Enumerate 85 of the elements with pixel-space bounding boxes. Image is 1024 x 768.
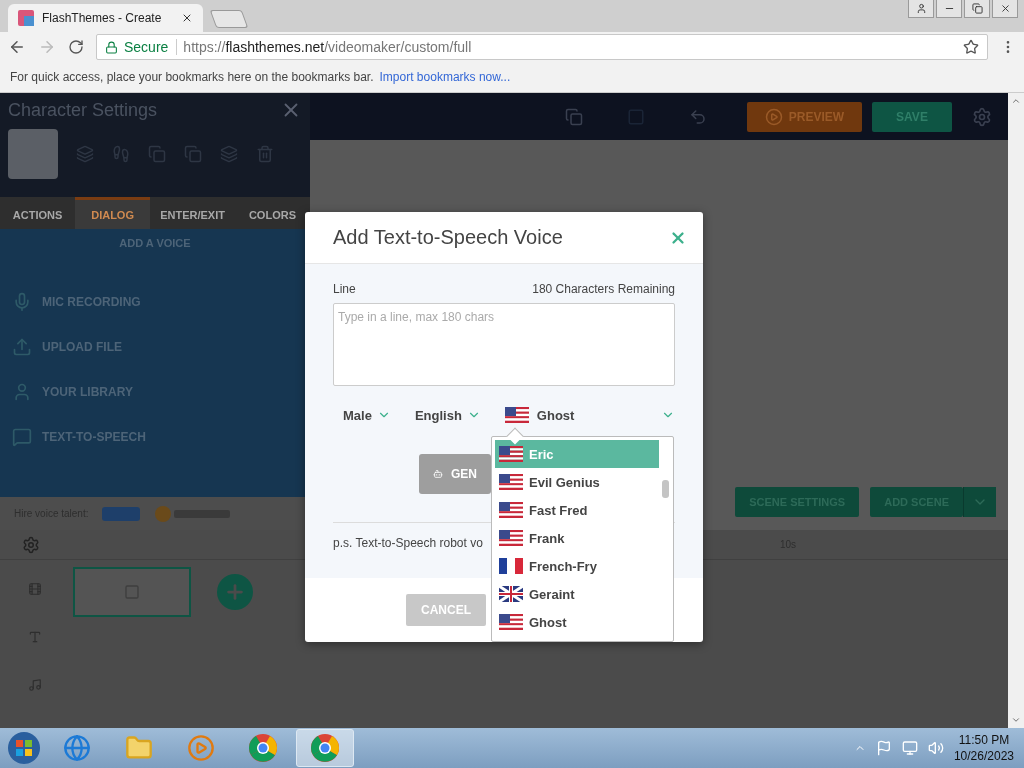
chrome-icon[interactable] [310, 733, 340, 763]
panel-tab[interactable]: ACTIONS [0, 197, 76, 229]
browser-tab[interactable]: FlashThemes - Create [8, 4, 203, 32]
bookmarks-hint: For quick access, place your bookmarks here on the bookmarks bar. [10, 70, 374, 84]
field-label: Line [333, 282, 356, 296]
address-bar[interactable]: Secure https://flashthemes.net/videomaker/custom/full [96, 34, 988, 60]
panel-tab[interactable]: ENTER/EXIT [150, 197, 235, 229]
voice-option[interactable]: Ghost [495, 608, 659, 636]
characters-remaining: 180 Characters Remaining [532, 282, 675, 296]
text-icon [28, 630, 42, 644]
voice-option[interactable]: Frank [495, 524, 659, 552]
back-icon[interactable] [8, 38, 26, 56]
microphone-icon [12, 291, 32, 312]
flag-icon[interactable] [875, 740, 892, 756]
copy-icon[interactable] [148, 145, 166, 163]
clock[interactable]: 11:50 PM 10/26/2023 [953, 732, 1014, 764]
star-icon[interactable] [963, 39, 979, 55]
line-input[interactable]: Type in a line, max 180 chars [333, 303, 675, 386]
volume-icon[interactable] [927, 740, 944, 756]
secure-label: Secure [124, 39, 178, 55]
settings-icon[interactable] [972, 106, 992, 127]
dropdown-button[interactable] [963, 487, 996, 517]
plus-icon [224, 581, 246, 603]
globe-icon[interactable] [63, 734, 91, 762]
character-thumbnail [8, 129, 58, 179]
play-icon[interactable] [187, 734, 215, 762]
import-bookmarks-link[interactable]: Import bookmarks now... [379, 70, 511, 84]
restore-icon [971, 3, 983, 14]
upload-icon [12, 336, 32, 357]
voice-option[interactable]: Evil Genius [495, 468, 659, 496]
person-icon [915, 3, 927, 14]
close-icon[interactable] [181, 12, 193, 24]
scene-thumbnail[interactable] [73, 567, 191, 617]
music-icon [28, 678, 42, 692]
chrome-icon[interactable] [248, 733, 278, 763]
url-text: https://flashthemes.net/videomaker/custom/full [183, 39, 472, 55]
settings-icon[interactable] [22, 535, 40, 554]
voice-option[interactable]: Fast Fred [495, 496, 659, 524]
new-tab-button[interactable] [209, 10, 249, 28]
flag-icon [499, 446, 523, 462]
restore-button[interactable] [964, 0, 990, 18]
scrollbar-thumb[interactable] [662, 480, 669, 498]
minimize-button[interactable] [936, 0, 962, 18]
profile-button[interactable] [908, 0, 934, 18]
network-icon[interactable] [901, 740, 918, 756]
panel-title: Character Settings [8, 99, 158, 121]
site-logo-icon [18, 10, 34, 26]
dialog-title: Add Text-to-Speech Voice [333, 226, 563, 249]
flag-icon [499, 558, 523, 574]
flag-icon [499, 530, 523, 546]
note-text: p.s. Text-to-Speech robot vo [333, 536, 483, 550]
lock-icon [105, 40, 118, 54]
panel-tab[interactable]: DIALOG [75, 197, 151, 229]
reload-icon[interactable] [68, 39, 84, 55]
close-button[interactable] [992, 0, 1018, 18]
layers-icon[interactable] [220, 145, 238, 163]
language-select[interactable]: English [414, 407, 481, 423]
layers-icon[interactable] [76, 145, 94, 163]
play-icon [764, 107, 783, 126]
flag-icon [499, 474, 523, 490]
folder-icon[interactable] [125, 734, 153, 762]
gender-select[interactable]: Male [343, 407, 391, 423]
flag-icon [499, 614, 523, 630]
trash-icon[interactable] [256, 145, 274, 163]
voice-option[interactable]: French-Fry [495, 552, 659, 580]
copy-icon[interactable] [565, 107, 583, 126]
scrollbar[interactable] [1008, 93, 1024, 728]
flag-icon [499, 586, 523, 602]
copy-icon[interactable] [184, 145, 202, 163]
scroll-up-icon[interactable] [1011, 96, 1021, 106]
flag-icon [504, 407, 529, 423]
scroll-down-icon[interactable] [1011, 715, 1021, 725]
film-icon [28, 582, 42, 596]
speech-icon [12, 426, 32, 447]
person-icon [12, 381, 32, 402]
voice-option[interactable]: Geraint [495, 580, 659, 608]
taskbar-button[interactable] [296, 729, 354, 767]
partner-logo [102, 506, 141, 521]
tab-title: FlashThemes - Create [42, 11, 163, 25]
flag-icon [499, 502, 523, 518]
forward-icon[interactable] [38, 38, 56, 56]
footprints-icon[interactable] [112, 145, 130, 163]
close-icon [999, 3, 1011, 14]
voice-select[interactable]: Ghost [504, 407, 675, 423]
undo-icon[interactable] [689, 107, 707, 126]
